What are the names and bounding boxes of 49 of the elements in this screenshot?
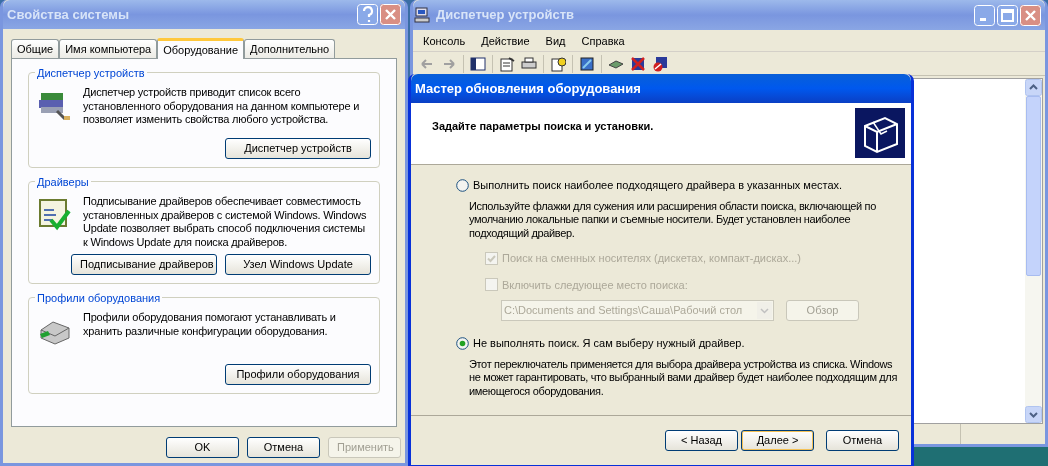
close-button[interactable] (1020, 4, 1041, 26)
action-button[interactable]: Профили оборудования (225, 364, 371, 385)
window-title: Диспетчер устройств (436, 6, 576, 25)
radio-option[interactable]: Не выполнять поиск. Я сам выберу нужный драйвер. (456, 335, 903, 352)
scrollbar[interactable] (1025, 79, 1042, 423)
wizard-button[interactable]: < Назад (665, 430, 738, 451)
group-description: Профили оборудования помогают устанавливать и хранить различные конфигурации оборудования. (83, 311, 337, 339)
dialog-button[interactable]: Отмена (247, 437, 320, 458)
radio-button[interactable] (456, 178, 469, 192)
group-description: Диспетчер устройств приводит список всего установленного оборудования на данном компьютере и позволяет изменить свойства любого устройства. (83, 86, 361, 127)
tab[interactable]: Дополнительно (244, 39, 336, 58)
group-title: Профили оборудования (35, 290, 163, 307)
window-title: Мастер обновления оборудования (415, 79, 641, 98)
dialog-button[interactable]: OK (166, 437, 239, 458)
scroll-thumb[interactable] (1026, 96, 1041, 276)
radio-button[interactable] (456, 336, 469, 350)
tab[interactable]: Оборудование (157, 38, 245, 59)
properties-icon[interactable] (499, 55, 515, 72)
menu-item[interactable]: Вид (537, 30, 574, 51)
option-description: Этот переключатель применяется для выбора драйвера устройства из списка. Windows не может гарантировать, что выбранный вами драйвер будет наиболее подходящим для имеющегося оборудования. (468, 357, 899, 398)
hardware-box-icon (855, 108, 905, 158)
tab[interactable]: Общие (11, 39, 60, 58)
menu-item[interactable]: Справка (573, 30, 633, 51)
computer-icon (414, 7, 430, 23)
action-button[interactable]: Диспетчер устройств (225, 138, 371, 159)
minimize-button[interactable] (974, 4, 995, 26)
wizard-heading: Задайте параметры поиска и установки. (432, 119, 654, 134)
wizard-button[interactable]: Отмена (826, 430, 899, 451)
radio-option[interactable]: Выполнить поиск наиболее подходящего драйвера в указанных местах. (456, 177, 903, 194)
help-button[interactable] (357, 4, 378, 25)
menu-item[interactable]: Действие (473, 30, 538, 51)
uninstall-icon[interactable] (630, 55, 646, 72)
scroll-up-icon (1025, 79, 1042, 96)
scroll-down-icon (1025, 406, 1042, 423)
tab[interactable]: Имя компьютера (59, 39, 158, 58)
window-title: Свойства системы (7, 5, 130, 24)
menu-item[interactable]: Консоль (415, 30, 474, 51)
printer-icon[interactable] (521, 55, 537, 72)
certificate-icon (37, 196, 73, 232)
help-icon[interactable] (550, 55, 566, 72)
wizard-button[interactable]: Далее > (741, 430, 814, 451)
close-button[interactable] (380, 4, 401, 25)
action-button[interactable]: Подписывание драйверов (71, 254, 217, 275)
group-description: Подписывание драйверов обеспечивает совместимость установленных драйверов с системой Windows. Windows Update позволяет выбрать способ подключения системы к Windows Update для поиска драйверов. (83, 195, 368, 249)
action-button[interactable]: Узел Windows Update (225, 254, 371, 275)
option-description: Используйте флажки для сужения или расширения области поиска, включающей по умолчанию локальные папки и съемные носители. Будет установлен наиболее подходящий драйвер. (468, 199, 877, 240)
panel-icon[interactable] (470, 55, 486, 72)
maximize-button[interactable] (997, 4, 1018, 26)
disable-icon[interactable] (652, 55, 668, 72)
